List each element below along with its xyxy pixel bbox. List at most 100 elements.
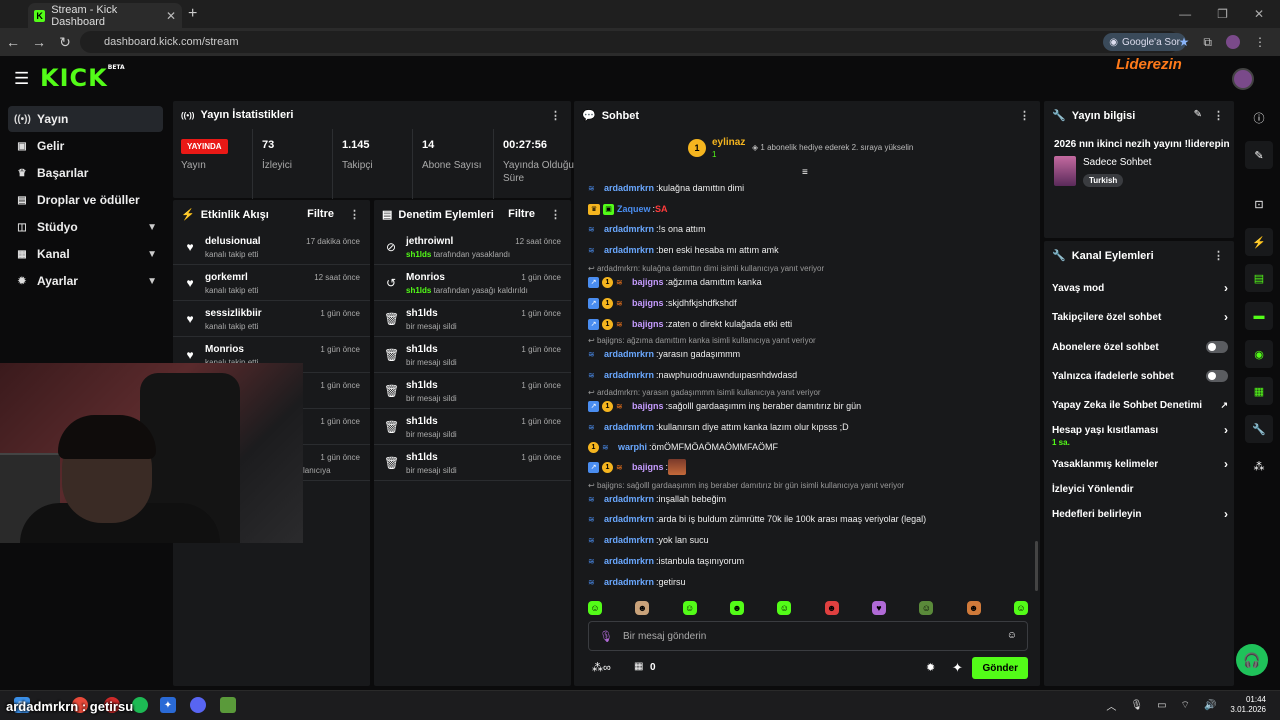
chat-message[interactable]: ↗ 1 ≋ bajigns: ağzıma damıttım kanka <box>588 275 1028 289</box>
chat-message[interactable]: ≋ ardadmrkrn: yok lan sucu <box>588 533 1028 547</box>
chat-username[interactable]: ardadmrkrn <box>604 577 654 587</box>
new-tab-button[interactable]: + <box>188 5 197 23</box>
sidebar-item-studyo[interactable]: ◫ Stüdyo ▼ <box>8 214 163 240</box>
channel-points-icon[interactable]: ⁂ <box>1245 452 1273 480</box>
moderation-row[interactable]: 🗑 sh1lds bir mesajı sildi 1 gün önce <box>374 338 571 373</box>
volume-icon[interactable]: 🔊 <box>1204 700 1216 711</box>
chat-username[interactable]: bajigns <box>632 462 664 472</box>
emote-icon[interactable]: ☺ <box>682 601 697 615</box>
forward-icon[interactable]: → <box>26 34 52 50</box>
clock[interactable]: 01:44 3.01.2026 <box>1230 695 1266 715</box>
send-button[interactable]: Gönder <box>972 657 1028 679</box>
emote-icon[interactable]: ☻ <box>635 601 650 615</box>
moderation-row[interactable]: ↺ Monrios sh1lds tarafından yasağı kaldırı… <box>374 266 571 301</box>
sidebar-item-droplar[interactable]: ▤ Droplar ve ödüller <box>8 187 163 213</box>
filter-button[interactable]: Filtre <box>508 208 535 220</box>
bookmark-star-icon[interactable]: ★ <box>1179 35 1190 49</box>
chat-username[interactable]: ardadmrkrn <box>604 556 654 566</box>
chat-username[interactable]: ardadmrkrn <box>604 494 654 504</box>
chat-username[interactable]: Zaquew <box>617 204 651 214</box>
chat-message[interactable]: ≋ ardadmrkrn: !s ona attım <box>588 222 1028 236</box>
raid-icon[interactable]: ✦ <box>952 660 963 676</box>
moderation-row[interactable]: 🗑 sh1lds bir mesajı sildi 1 gün önce <box>374 374 571 409</box>
sidebar-item-ayarlar[interactable]: ✹ Ayarlar ▼ <box>8 268 163 294</box>
emote-icon[interactable]: ☻ <box>966 601 981 615</box>
emoji-picker-icon[interactable]: ☺ <box>1007 630 1017 641</box>
emote-icon[interactable]: ☺ <box>777 601 792 615</box>
banned-words-item[interactable]: Yasaklanmış kelimeler › <box>1052 452 1228 476</box>
slow-mode-item[interactable]: Yavaş mod › <box>1052 276 1228 300</box>
emote-icon[interactable]: ♥ <box>871 601 886 615</box>
microphone-icon[interactable]: 🎙 <box>1130 700 1143 711</box>
chat-message[interactable]: ≋ ardadmrkrn: inşallah bebeğim <box>588 492 1028 506</box>
sidebar-item-basarilar[interactable]: ♛ Başarılar <box>8 160 163 186</box>
profile-icon[interactable] <box>1226 35 1240 49</box>
chat-message-input[interactable]: 🎙 Bir mesaj gönderin ☺ <box>588 621 1028 651</box>
minecraft-icon[interactable] <box>220 697 236 713</box>
emote-icon[interactable]: ☺ <box>919 601 934 615</box>
chat-username[interactable]: ardadmrkrn <box>604 370 654 380</box>
chat-message[interactable]: ≋ ardadmrkrn: kulağna damıttın dimi <box>588 181 1028 195</box>
wrench-icon[interactable]: 🔧 <box>1245 415 1273 443</box>
chat-message[interactable]: ≋ ardadmrkrn: kullanırsın diye attım kank… <box>588 420 1028 434</box>
sidebar-item-gelir[interactable]: ▣ Gelir <box>8 133 163 159</box>
category-thumbnail[interactable] <box>1054 156 1076 186</box>
user-avatar[interactable] <box>1232 68 1254 90</box>
emote-icon[interactable]: ☺ <box>588 601 602 615</box>
chat-bubble-icon[interactable]: ▬ <box>1245 302 1273 330</box>
chat-username[interactable]: ardadmrkrn <box>604 422 654 432</box>
emote-icon[interactable]: ☺ <box>1013 601 1028 615</box>
back-icon[interactable]: ← <box>0 34 26 50</box>
subscribers-only-toggle[interactable] <box>1206 341 1228 353</box>
language-tag[interactable]: Turkish <box>1083 174 1124 187</box>
minimize-icon[interactable]: — <box>1179 7 1191 21</box>
chat-message[interactable]: ≋ ardadmrkrn: ben eski hesaba mı attım am… <box>588 243 1028 257</box>
chat-message[interactable]: ♛ ▣ Zaquew: SA <box>588 202 1028 216</box>
app-icon[interactable]: ✦ <box>160 697 176 713</box>
discord-icon[interactable] <box>190 697 206 713</box>
ai-moderation-item[interactable]: Yapay Zeka ile Sohbet Denetimi ↗ <box>1052 393 1228 417</box>
chat-scrollbar[interactable] <box>1035 541 1038 591</box>
display-icon[interactable]: ▭ <box>1157 700 1166 711</box>
extensions-icon[interactable]: ⧉ <box>1203 35 1212 50</box>
spotify-icon[interactable] <box>132 697 148 713</box>
google-sor-button[interactable]: ◉ Google'a Sor <box>1103 33 1186 51</box>
moderation-row[interactable]: 🗑 sh1lds bir mesajı sildi 1 gün önce <box>374 302 571 337</box>
chat-username[interactable]: ardadmrkrn <box>604 349 654 359</box>
chat-message[interactable]: ≋ ardadmrkrn: nawphuıodnuawnduıpasnhdwdas… <box>588 368 1028 382</box>
network-icon[interactable]: ⌔ <box>1181 699 1190 712</box>
chat-username[interactable]: ardadmrkrn <box>604 245 654 255</box>
close-tab-icon[interactable]: ✕ <box>166 9 176 23</box>
gift-prompt[interactable]: ◈ 1 abonelik hediye ederek 2. sıraya yük… <box>752 143 913 152</box>
expand-leaderboard-icon[interactable]: ≡ <box>802 167 808 178</box>
edit-icon[interactable]: ✎ <box>1245 141 1273 169</box>
chat-username[interactable]: bajigns <box>632 277 664 287</box>
support-button[interactable]: 🎧 <box>1236 644 1268 676</box>
info-icon[interactable]: ⓘ <box>1245 104 1273 132</box>
chat-username[interactable]: ardadmrkrn <box>604 224 654 234</box>
chat-username[interactable]: warphi <box>618 442 647 452</box>
more-options-icon[interactable]: ⋮ <box>349 208 360 221</box>
followers-only-item[interactable]: Takipçilere özel sohbet › <box>1052 305 1228 329</box>
broadcast-icon[interactable]: ◉ <box>1245 340 1273 368</box>
activity-row[interactable]: ♥ delusionual kanalı takip etti 17 dakika ö… <box>173 230 370 265</box>
chat-message[interactable]: ≋ ardadmrkrn: arda bi iş buldum zümrütte … <box>588 512 1028 526</box>
store-icon[interactable]: ▦ <box>634 661 643 672</box>
more-options-icon[interactable]: ⋮ <box>1213 109 1224 122</box>
sidebar-item-yayin[interactable]: ((•)) Yayın <box>8 106 163 132</box>
microphone-icon[interactable]: 🎙 <box>599 630 613 643</box>
chevron-up-icon[interactable]: ︿ <box>1106 698 1116 713</box>
moderation-icon[interactable]: ▤ <box>1245 264 1273 292</box>
chat-username[interactable]: bajigns <box>632 401 664 411</box>
activity-row[interactable]: ♥ sessizlikbiir kanalı takip etti 1 gün önc… <box>173 302 370 337</box>
chat-message[interactable]: ≋ ardadmrkrn: yarasın gadaşımmm <box>588 347 1028 361</box>
more-options-icon[interactable]: ⋮ <box>1213 249 1224 262</box>
more-options-icon[interactable]: ⋮ <box>550 109 561 122</box>
chat-message[interactable]: ↗ 1 ≋ bajigns: zaten o direkt kulağada etki… <box>588 317 1028 331</box>
filter-button[interactable]: Filtre <box>307 208 334 220</box>
sidebar-item-kanal[interactable]: ▦ Kanal ▼ <box>8 241 163 267</box>
hamburger-menu-icon[interactable]: ☰ <box>14 69 29 89</box>
browser-menu-icon[interactable]: ⋮ <box>1254 35 1266 49</box>
edit-icon[interactable]: ✎ <box>1194 109 1202 120</box>
more-options-icon[interactable]: ⋮ <box>1019 109 1030 122</box>
